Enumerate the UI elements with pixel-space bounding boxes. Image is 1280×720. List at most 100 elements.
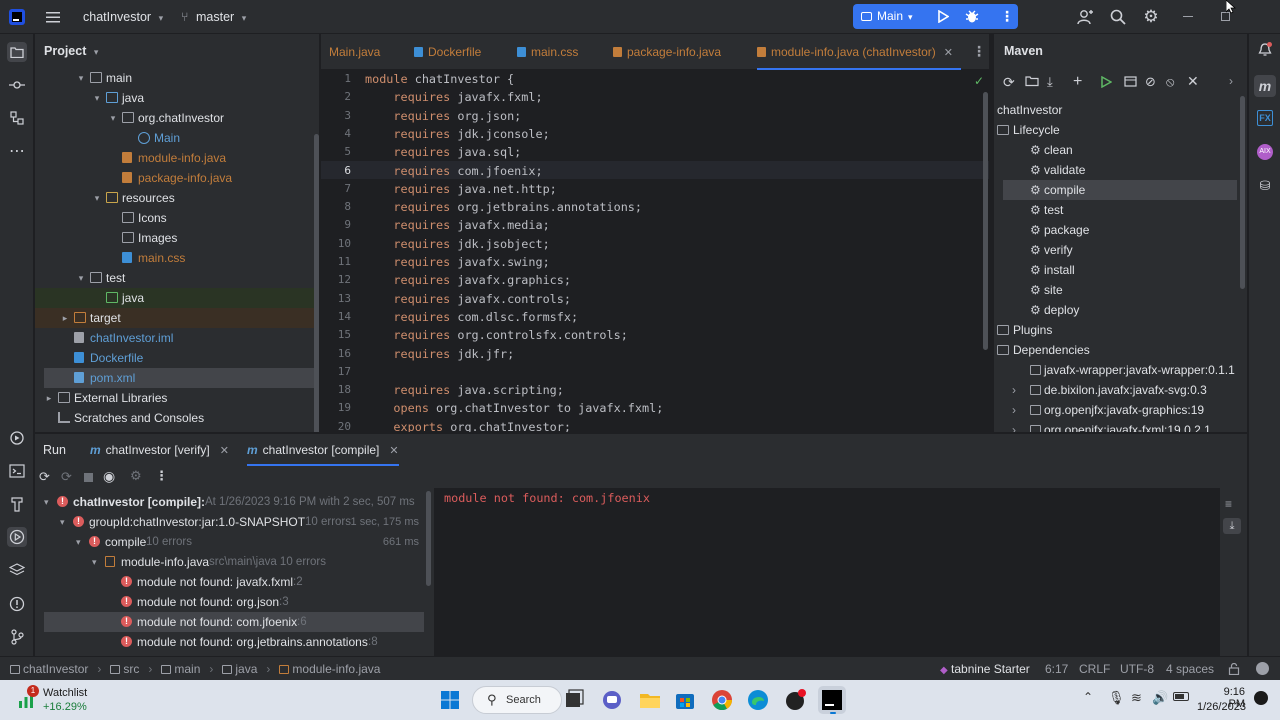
terminal-icon[interactable]: [7, 461, 27, 481]
edge-icon[interactable]: [746, 688, 770, 712]
app-icon[interactable]: [783, 688, 807, 712]
breadcrumb-item[interactable]: java: [222, 662, 257, 676]
editor-tab[interactable]: main.css: [517, 34, 609, 70]
settings-icon[interactable]: ⚙: [130, 468, 142, 484]
build-tree-item[interactable]: ▾! groupId:chatInvestor:jar:1.0-SNAPSHOT …: [35, 512, 425, 532]
file-explorer-icon[interactable]: [638, 688, 662, 712]
code-line[interactable]: requires java.scripting;: [365, 383, 563, 397]
chevron-right-icon[interactable]: ›: [1012, 420, 1016, 432]
project-tree-item[interactable]: ▾ java: [35, 88, 319, 108]
maven-tree-item[interactable]: ⚙ verify: [994, 240, 1247, 260]
code-line[interactable]: requires jdk.jconsole;: [365, 127, 549, 141]
show-output-icon[interactable]: ◉: [103, 468, 115, 485]
taskbar-search[interactable]: ⚲ Search: [472, 686, 562, 714]
run-tool-icon[interactable]: [7, 527, 27, 547]
tabnine-status[interactable]: ◆ tabnine Starter: [940, 657, 1030, 681]
code-line[interactable]: requires javafx.media;: [365, 218, 549, 232]
cursor-position[interactable]: 6:17: [1045, 657, 1068, 681]
close-tab-icon[interactable]: ✕: [220, 445, 229, 457]
project-tree-item[interactable]: main.css: [35, 248, 319, 268]
add-user-icon[interactable]: [1076, 8, 1094, 26]
code-line[interactable]: requires org.controlsfx.controls;: [365, 328, 627, 342]
chevron-down-icon[interactable]: ▾: [76, 532, 81, 552]
project-tree-item[interactable]: ▾ org.chatInvestor: [35, 108, 319, 128]
code-line[interactable]: requires org.jetbrains.annotations;: [365, 200, 642, 214]
editor-tab[interactable]: Main.java: [329, 34, 409, 70]
code-line[interactable]: requires jdk.jfr;: [365, 347, 514, 361]
build-tree-item[interactable]: ! module not found: com.jfoenix :6: [44, 612, 424, 632]
code-line[interactable]: requires javafx.swing;: [365, 255, 549, 269]
build-tree-item[interactable]: ! module not found: javafx.fxml :2: [35, 572, 425, 592]
editor-tab[interactable]: Dockerfile: [414, 34, 514, 70]
execute-goal-icon[interactable]: [1124, 76, 1137, 87]
maven-tool-icon[interactable]: m: [1254, 75, 1276, 97]
project-tree-item[interactable]: ▾ main: [35, 68, 319, 88]
reload-icon[interactable]: ⟳: [1003, 74, 1015, 91]
search-icon[interactable]: [1109, 8, 1127, 26]
build-hammer-icon[interactable]: [7, 494, 27, 514]
maven-tree-item[interactable]: chatInvestor: [994, 100, 1247, 120]
project-tree-item[interactable]: Images: [35, 228, 319, 248]
stop-icon[interactable]: [84, 473, 93, 482]
chevron-down-icon[interactable]: ▾: [92, 552, 97, 572]
run-tree-scrollbar[interactable]: [426, 491, 431, 586]
build-tree-item[interactable]: ! module not found: org.jetbrains.annotat…: [35, 632, 425, 652]
editor-tab[interactable]: module-info.java (chatInvestor) ✕: [757, 34, 961, 70]
maven-tree-item[interactable]: Lifecycle: [994, 120, 1247, 140]
more-options-icon[interactable]: ⋮: [155, 468, 168, 484]
notifications-bell-icon[interactable]: [1257, 42, 1273, 58]
project-tree-item[interactable]: java: [35, 288, 319, 308]
code-line[interactable]: requires org.json;: [365, 109, 521, 123]
breadcrumb-item[interactable]: main: [161, 662, 200, 676]
chevron-right-icon[interactable]: ▸: [43, 388, 55, 408]
maven-tree-item[interactable]: ⚙ validate: [994, 160, 1247, 180]
lock-icon[interactable]: [1228, 662, 1240, 676]
maven-tree-item[interactable]: ⚙ install: [994, 260, 1247, 280]
code-line[interactable]: requires javafx.graphics;: [365, 273, 571, 287]
maven-tree-item[interactable]: ⚙ compile: [1003, 180, 1237, 200]
project-tree-item[interactable]: ▾ test: [35, 268, 319, 288]
more-options-icon[interactable]: ⋮: [1000, 8, 1014, 24]
code-line[interactable]: requires jdk.jsobject;: [365, 237, 549, 251]
indent-setting[interactable]: 4 spaces: [1166, 657, 1214, 681]
chevron-down-icon[interactable]: ▾: [75, 68, 87, 88]
rerun-icon[interactable]: ⟳: [39, 469, 50, 485]
code-line[interactable]: requires java.net.http;: [365, 182, 556, 196]
code-line[interactable]: requires java.sql;: [365, 145, 521, 159]
rerun-failed-icon[interactable]: ⟳: [61, 469, 72, 485]
plus-icon[interactable]: +: [1073, 73, 1082, 91]
breadcrumb-item[interactable]: src: [110, 662, 139, 676]
chevron-down-icon[interactable]: ▾: [91, 188, 103, 208]
microsoft-store-icon[interactable]: [673, 688, 697, 712]
chevron-right-icon[interactable]: ›: [1229, 74, 1233, 88]
chrome-icon[interactable]: [710, 688, 734, 712]
services-icon[interactable]: [7, 428, 27, 448]
database-icon[interactable]: ⛁: [1257, 178, 1273, 194]
project-tree-item[interactable]: ▸ External Libraries: [35, 388, 319, 408]
project-tree-item[interactable]: module-info.java: [35, 148, 319, 168]
structure-icon[interactable]: [7, 108, 27, 128]
intellij-taskbar-icon[interactable]: [818, 686, 846, 714]
git-icon[interactable]: [7, 627, 27, 647]
project-tree-item[interactable]: Main: [35, 128, 319, 148]
layers-icon[interactable]: [7, 560, 27, 580]
project-scrollbar[interactable]: [314, 134, 319, 432]
notification-center-icon[interactable]: [1254, 691, 1268, 705]
project-tree-item[interactable]: ▸ target: [35, 308, 319, 328]
chevron-down-icon[interactable]: ▾: [107, 108, 119, 128]
microphone-icon[interactable]: 🎙: [1108, 690, 1125, 706]
run-tab[interactable]: m chatInvestor [compile] ✕: [247, 434, 399, 466]
project-tree-item[interactable]: Scratches and Consoles: [35, 408, 319, 428]
project-tree-item[interactable]: Icons: [35, 208, 319, 228]
maven-tree-item[interactable]: javafx-wrapper:javafx-wrapper:0.1.1: [994, 360, 1247, 380]
chevron-down-icon[interactable]: ▾: [60, 512, 65, 532]
scroll-to-end-icon[interactable]: ⤓: [1223, 518, 1241, 534]
maven-tree-item[interactable]: ⚙ clean: [994, 140, 1247, 160]
run-icon[interactable]: [937, 9, 950, 24]
chevron-down-icon[interactable]: ▾: [75, 268, 87, 288]
project-tree-item[interactable]: chatInvestor.iml: [35, 328, 319, 348]
editor-scrollbar[interactable]: [983, 92, 988, 350]
maven-tree-item[interactable]: › org.openjfx:javafx-fxml:19.0.2.1: [994, 420, 1247, 432]
skip-tests-icon[interactable]: ⦸: [1166, 74, 1174, 90]
add-maven-project-icon[interactable]: [1025, 75, 1039, 87]
